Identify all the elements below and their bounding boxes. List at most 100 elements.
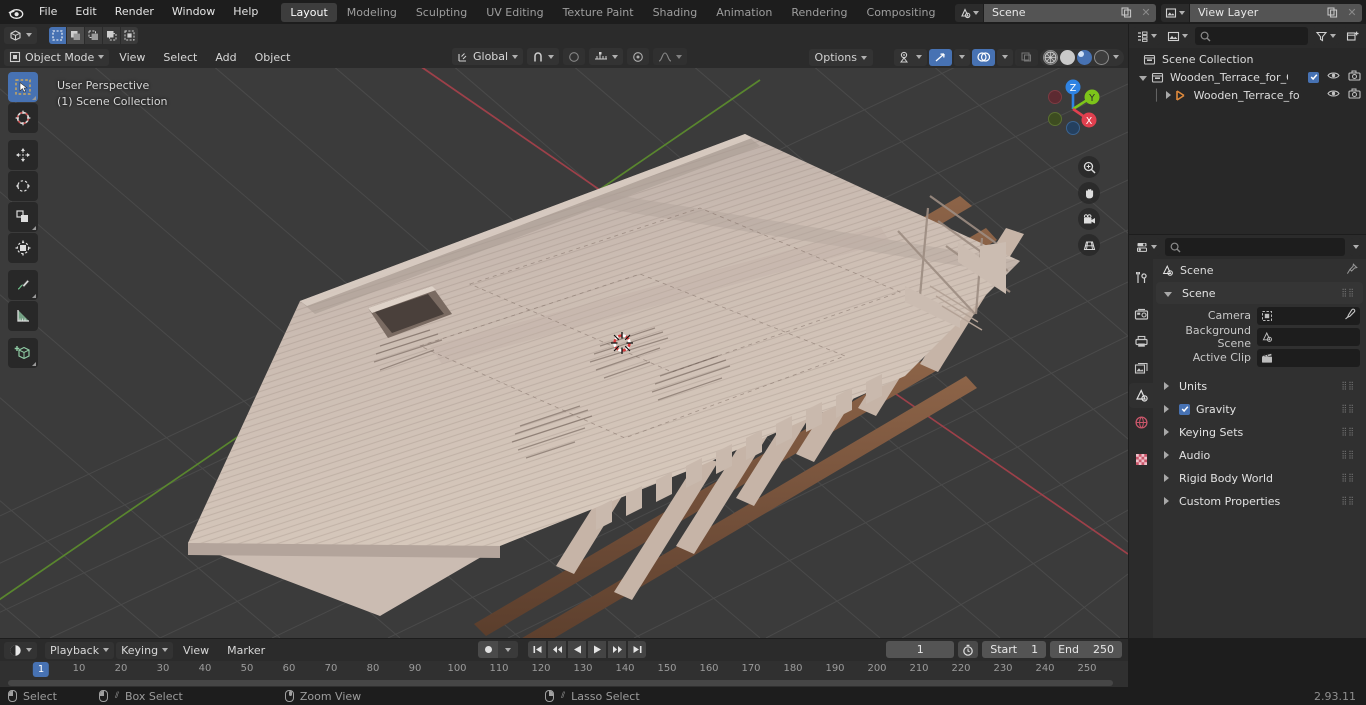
view-layer-name-field[interactable]: View Layer — [1190, 3, 1322, 22]
workspace-tab-modeling[interactable]: Modeling — [338, 3, 406, 22]
jump-to-start-button[interactable] — [528, 641, 546, 658]
record-keyframes-icon[interactable] — [478, 641, 498, 658]
viewport-canvas[interactable] — [0, 46, 1128, 638]
editor-type-3dview-icon[interactable] — [4, 26, 37, 44]
stopwatch-icon[interactable] — [958, 641, 979, 658]
select-intersect-icon[interactable] — [121, 26, 138, 44]
play-button[interactable] — [588, 641, 606, 658]
timeline-horizontal-scrollbar[interactable] — [8, 680, 1113, 686]
workspace-tab-sculpting[interactable]: Sculpting — [407, 3, 476, 22]
eye-icon[interactable] — [1327, 70, 1340, 84]
properties-tab-output[interactable] — [1129, 329, 1153, 354]
camera-view-icon[interactable] — [1078, 208, 1100, 230]
timeline-menu-keying[interactable]: Keying — [116, 641, 174, 659]
gizmo-toggle[interactable] — [929, 48, 952, 66]
timeline-editor[interactable]: Playback Keying View Marker 1 Start 1 En… — [0, 639, 1128, 687]
view-layer-icon[interactable] — [1161, 3, 1190, 22]
object-mode-dropdown[interactable]: Object Mode — [4, 48, 110, 66]
proportional-edit-toggle[interactable] — [563, 48, 586, 65]
active-clip-field[interactable] — [1257, 348, 1360, 367]
workspace-tab-rendering[interactable]: Rendering — [782, 3, 856, 22]
timeline-menu-view[interactable]: View — [175, 642, 217, 659]
workspace-tab-uv-editing[interactable]: UV Editing — [477, 3, 552, 22]
workspace-tab-shading[interactable]: Shading — [644, 3, 707, 22]
menu-file[interactable]: File — [30, 3, 66, 21]
outliner-editor[interactable]: Scene Collection Wooden_Terrace_for_Oil_… — [1129, 24, 1366, 234]
timeline-editor-icon[interactable] — [4, 641, 37, 659]
record-mode-dropdown[interactable] — [498, 641, 518, 658]
viewport-menu-add[interactable]: Add — [207, 49, 244, 66]
timeline-menu-marker[interactable]: Marker — [219, 642, 273, 659]
select-set-icon[interactable] — [49, 26, 66, 44]
new-collection-icon[interactable] — [1343, 27, 1362, 45]
workspace-tab-layout[interactable]: Layout — [281, 2, 337, 22]
outliner-filter-funnel-icon[interactable] — [1312, 27, 1339, 45]
playhead[interactable]: 1 — [32, 662, 50, 677]
duplicate-icon[interactable] — [1322, 3, 1342, 22]
measure-tool-button[interactable] — [8, 301, 38, 331]
panel-header-gravity[interactable]: Gravity ⣿⣿ — [1156, 398, 1363, 420]
proportional-falloff-toggle[interactable] — [627, 48, 650, 65]
select-invert-icon[interactable] — [103, 26, 120, 44]
workspace-tab-animation[interactable]: Animation — [707, 3, 781, 22]
solid-shading-icon[interactable] — [1060, 49, 1075, 65]
panel-header-keying-sets[interactable]: Keying Sets ⣿⣿ — [1156, 421, 1363, 443]
camera-icon[interactable] — [1348, 88, 1361, 102]
annotate-tool-button[interactable] — [8, 270, 38, 300]
material-preview-shading-icon[interactable] — [1077, 49, 1092, 65]
select-subtract-icon[interactable] — [85, 26, 102, 44]
panel-header-audio[interactable]: Audio ⣿⣿ — [1156, 444, 1363, 466]
overlays-options-dropdown[interactable] — [997, 48, 1013, 66]
scene-icon[interactable] — [955, 3, 984, 22]
timeline-ruler[interactable]: 1 10 20 30 40 50 60 70 80 90 100 110 120… — [0, 661, 1128, 679]
shading-options-dropdown[interactable] — [1113, 55, 1119, 59]
pan-hand-icon[interactable] — [1078, 182, 1100, 204]
move-tool-button[interactable] — [8, 140, 38, 170]
select-extend-icon[interactable] — [67, 26, 84, 44]
viewport-menu-select[interactable]: Select — [155, 49, 205, 66]
menu-window[interactable]: Window — [163, 3, 224, 21]
outliner-row-collection[interactable]: Wooden_Terrace_for_Oil_Derr — [1129, 68, 1366, 86]
eye-icon[interactable] — [1327, 88, 1340, 102]
xray-toggle[interactable] — [1015, 48, 1038, 66]
transform-tool-button[interactable] — [8, 233, 38, 263]
wireframe-shading-icon[interactable] — [1043, 49, 1058, 65]
properties-tab-scene[interactable] — [1129, 383, 1153, 408]
outliner-row-scene-collection[interactable]: Scene Collection — [1129, 50, 1366, 68]
snap-increment-dropdown[interactable] — [589, 48, 624, 65]
add-cube-tool-button[interactable] — [8, 338, 38, 368]
visibility-dropdown[interactable] — [894, 48, 927, 66]
options-button[interactable]: Options — [808, 49, 873, 66]
play-reverse-button[interactable] — [568, 641, 586, 658]
frame-end-field[interactable]: End 250 — [1050, 641, 1122, 658]
3d-viewport[interactable]: Object Mode View Select Add Object Globa… — [0, 24, 1128, 638]
properties-tab-texture[interactable] — [1129, 447, 1153, 472]
properties-tab-render[interactable] — [1129, 302, 1153, 327]
disclosure-triangle-open-icon[interactable] — [1139, 75, 1147, 81]
overlays-toggle[interactable] — [972, 48, 995, 66]
pin-icon[interactable] — [1346, 262, 1358, 278]
eyedropper-icon[interactable] — [1344, 308, 1356, 323]
outliner-row-object[interactable]: │ Wooden_Terrace_for_Oil_ — [1129, 86, 1366, 104]
properties-editor[interactable]: Scene Scene ⣿⣿ Camera Background Scene A… — [1129, 235, 1366, 638]
close-icon[interactable]: ✕ — [1342, 3, 1362, 22]
panel-header-rigid-body-world[interactable]: Rigid Body World ⣿⣿ — [1156, 467, 1363, 489]
rotate-tool-button[interactable] — [8, 171, 38, 201]
panel-header-custom-properties[interactable]: Custom Properties ⣿⣿ — [1156, 490, 1363, 512]
properties-tab-tool[interactable] — [1129, 265, 1153, 290]
camera-field[interactable] — [1257, 306, 1360, 325]
transform-orientation-dropdown[interactable]: Global — [452, 48, 524, 65]
scale-tool-button[interactable] — [8, 202, 38, 232]
jump-to-end-button[interactable] — [628, 641, 646, 658]
properties-tab-world[interactable] — [1129, 410, 1153, 435]
close-icon[interactable]: ✕ — [1136, 3, 1156, 22]
falloff-type-dropdown[interactable] — [653, 48, 688, 65]
jump-to-prev-keyframe-button[interactable] — [548, 641, 566, 658]
workspace-tab-texture-paint[interactable]: Texture Paint — [554, 3, 643, 22]
current-frame-field[interactable]: 1 — [886, 641, 955, 658]
jump-to-next-keyframe-button[interactable] — [608, 641, 626, 658]
collection-checkbox[interactable] — [1308, 71, 1319, 83]
camera-icon[interactable] — [1348, 70, 1361, 84]
frame-start-field[interactable]: Start 1 — [982, 641, 1047, 658]
zoom-icon[interactable] — [1078, 156, 1100, 178]
